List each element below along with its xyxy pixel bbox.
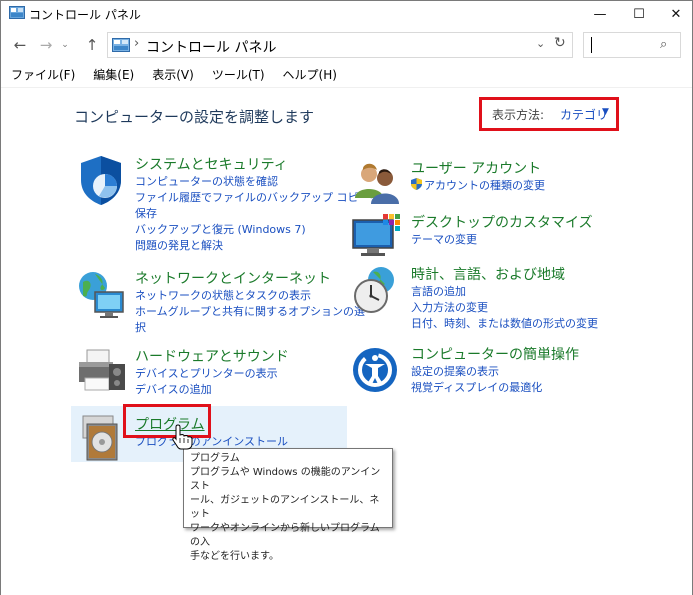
view-by-control: 表示方法: カテゴリ ▼ (479, 97, 619, 131)
link-change-theme[interactable]: テーマの変更 (411, 232, 477, 248)
window-title: コントロール パネル (29, 8, 141, 22)
programs-tooltip: プログラム プログラムや Windows の機能のアンインスト ール、ガジェット… (183, 448, 393, 562)
category-network-internet: ネットワークとインターネット ネットワークの状態とタスクの表示 ホームグループと… (75, 268, 365, 338)
category-title-system-security[interactable]: システムとセキュリティ (135, 154, 288, 174)
display-icon (352, 214, 400, 256)
category-links-system-security: コンピューターの状態を確認 ファイル履歴でファイルのバックアップ コピーを 保存… (135, 174, 381, 254)
text-caret (591, 37, 592, 53)
back-button[interactable]: ← (11, 35, 29, 55)
category-title-clock-language-region[interactable]: 時計、言語、および地域 (411, 264, 565, 284)
search-input[interactable]: ⌕ (583, 32, 681, 58)
network-globe-icon (79, 272, 124, 318)
menu-edit[interactable]: 編集(E) (83, 63, 142, 85)
category-links-desktop-customization: テーマの変更 (411, 232, 477, 248)
programs-highlight-box (123, 404, 211, 438)
category-desktop-customization: デスクトップのカスタマイズ テーマの変更 (351, 212, 651, 258)
menu-bar: ファイル(F) 編集(E) 表示(V) ツール(T) ヘルプ(H) (1, 63, 692, 85)
programs-icon (82, 415, 118, 461)
breadcrumb[interactable]: コントロール パネル (146, 37, 276, 57)
link-network-status-tasks[interactable]: ネットワークの状態とタスクの表示 (135, 288, 365, 304)
users-icon (355, 163, 399, 204)
tooltip-title: プログラム (190, 453, 240, 464)
dropdown-arrow-icon[interactable]: ▼ (602, 107, 609, 117)
content-area: コンピューターの設定を調整します 表示方法: カテゴリ ▼ システムとセキュリテ… (1, 88, 692, 595)
shield-icon (81, 156, 121, 205)
category-links-hardware-sound: デバイスとプリンターの表示 デバイスの追加 (135, 366, 278, 398)
category-title-ease-of-access[interactable]: コンピューターの簡単操作 (411, 344, 579, 364)
link-devices-printers[interactable]: デバイスとプリンターの表示 (135, 366, 278, 382)
category-links-user-accounts: アカウントの種類の変更 (411, 178, 545, 194)
category-title-user-accounts[interactable]: ユーザー アカウント (411, 158, 541, 178)
address-bar[interactable]: › コントロール パネル ⌄ ↻ (107, 32, 573, 58)
link-optimize-visual-display[interactable]: 視覚ディスプレイの最適化 (411, 380, 542, 396)
close-button[interactable]: ✕ (653, 1, 693, 27)
view-by-label: 表示方法: (492, 108, 545, 122)
menu-view[interactable]: 表示(V) (142, 63, 202, 85)
category-hardware-sound: ハードウェアとサウンド デバイスとプリンターの表示 デバイスの追加 (75, 346, 345, 406)
tooltip-line-3: ワークやオンラインから新しいプログラムの入 (190, 523, 380, 548)
breadcrumb-separator: › (134, 36, 140, 51)
link-check-computer-status[interactable]: コンピューターの状態を確認 (135, 174, 381, 190)
link-troubleshoot[interactable]: 問題の発見と解決 (135, 238, 381, 254)
forward-button[interactable]: → (37, 35, 55, 55)
category-ease-of-access: コンピューターの簡単操作 設定の提案の表示 視覚ディスプレイの最適化 (351, 344, 651, 396)
category-clock-language-region: 時計、言語、および地域 言語の追加 入力方法の変更 日付、時刻、または数値の形式… (351, 264, 671, 332)
up-button[interactable]: ↑ (83, 35, 101, 55)
control-panel-app-icon (9, 6, 25, 19)
tooltip-line-4: 手などを行います。 (190, 551, 279, 562)
category-system-security: システムとセキュリティ コンピューターの状態を確認 ファイル履歴でファイルのバッ… (75, 154, 381, 254)
link-add-language[interactable]: 言語の追加 (411, 284, 598, 300)
link-homegroup-sharing[interactable]: ホームグループと共有に関するオプションの選 (135, 304, 365, 320)
link-change-account-type-label: アカウントの種類の変更 (424, 179, 545, 192)
link-backup-restore[interactable]: バックアップと復元 (Windows 7) (135, 222, 381, 238)
page-heading: コンピューターの設定を調整します (74, 108, 315, 126)
category-title-network-internet[interactable]: ネットワークとインターネット (135, 268, 331, 288)
menu-file[interactable]: ファイル(F) (1, 63, 83, 85)
link-homegroup-sharing-cont[interactable]: 択 (135, 320, 365, 336)
search-icon[interactable]: ⌕ (660, 37, 667, 52)
clock-globe-icon (354, 267, 394, 313)
printer-icon (79, 349, 125, 391)
address-dropdown-icon[interactable]: ⌄ (536, 37, 545, 50)
menu-tools[interactable]: ツール(T) (202, 63, 273, 85)
title-bar: コントロール パネル — ☐ ✕ (1, 1, 692, 27)
link-change-date-time-format[interactable]: 日付、時刻、または数値の形式の変更 (411, 316, 598, 332)
refresh-icon[interactable]: ↻ (554, 35, 566, 51)
link-change-input-method[interactable]: 入力方法の変更 (411, 300, 598, 316)
ease-of-access-icon (353, 348, 397, 392)
category-title-hardware-sound[interactable]: ハードウェアとサウンド (135, 346, 289, 366)
category-user-accounts: ユーザー アカウント アカウントの種類の変更 (351, 158, 651, 204)
recent-locations-button[interactable]: ⌄ (59, 35, 71, 55)
category-links-clock-language-region: 言語の追加 入力方法の変更 日付、時刻、または数値の形式の変更 (411, 284, 598, 332)
link-file-history-backup-cont[interactable]: 保存 (135, 206, 381, 222)
control-panel-icon (112, 38, 130, 52)
hand-cursor-icon (172, 424, 193, 450)
link-settings-suggestions[interactable]: 設定の提案の表示 (411, 364, 542, 380)
uac-shield-icon (411, 178, 422, 190)
link-change-account-type[interactable]: アカウントの種類の変更 (411, 178, 545, 194)
navigation-bar: ← → ⌄ ↑ › コントロール パネル ⌄ ↻ ⌕ (1, 29, 692, 61)
tooltip-line-1: プログラムや Windows の機能のアンインスト (190, 467, 381, 492)
category-title-desktop-customization[interactable]: デスクトップのカスタマイズ (411, 212, 593, 232)
menu-help[interactable]: ヘルプ(H) (273, 63, 345, 85)
control-panel-window: コントロール パネル — ☐ ✕ ← → ⌄ ↑ › コントロール パネル ⌄ … (0, 0, 693, 595)
link-add-device[interactable]: デバイスの追加 (135, 382, 278, 398)
view-by-dropdown[interactable]: カテゴリ (560, 106, 608, 123)
tooltip-line-2: ール、ガジェットのアンインストール、ネット (190, 495, 380, 520)
category-links-ease-of-access: 設定の提案の表示 視覚ディスプレイの最適化 (411, 364, 542, 396)
link-file-history-backup[interactable]: ファイル履歴でファイルのバックアップ コピーを (135, 190, 381, 206)
category-links-network-internet: ネットワークの状態とタスクの表示 ホームグループと共有に関するオプションの選 択 (135, 288, 365, 336)
